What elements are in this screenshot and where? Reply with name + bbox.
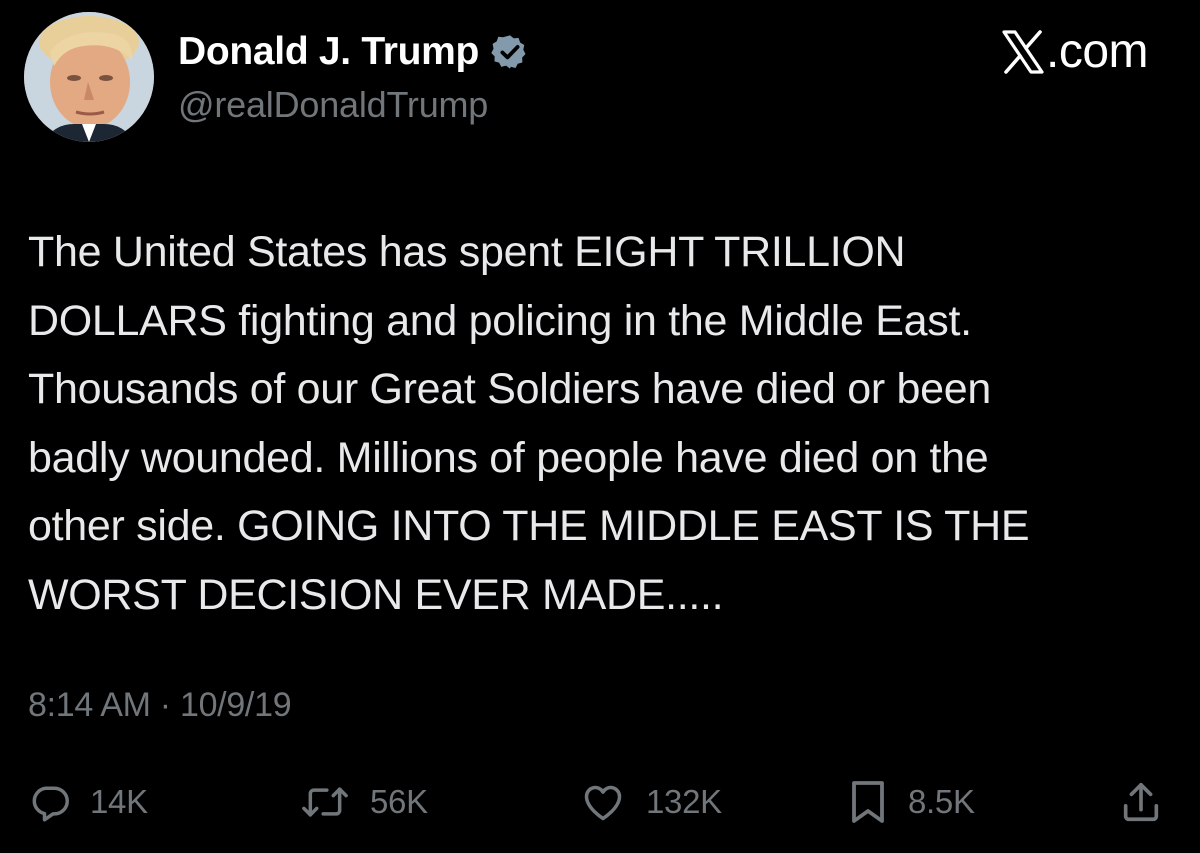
bookmark-button[interactable]: 8.5K bbox=[846, 770, 975, 834]
brand-watermark: .com bbox=[1002, 24, 1149, 79]
tweet-text-line: WORST DECISION EVER MADE..... bbox=[28, 570, 724, 619]
like-count: 132K bbox=[646, 783, 722, 820]
author-handle[interactable]: @realDonaldTrump bbox=[178, 84, 488, 126]
avatar[interactable] bbox=[24, 12, 154, 142]
tweet-text-line: badly wounded. Millions of people have d… bbox=[28, 433, 989, 482]
share-button[interactable] bbox=[1118, 770, 1164, 834]
bookmark-count: 8.5K bbox=[908, 783, 975, 820]
tweet-text-line: DOLLARS fighting and policing in the Mid… bbox=[28, 296, 972, 345]
bookmark-icon bbox=[846, 778, 890, 826]
author-name-row[interactable]: Donald J. Trump bbox=[178, 26, 529, 78]
tweet-text-line: other side. GOING INTO THE MIDDLE EAST I… bbox=[28, 502, 1030, 550]
heart-icon bbox=[578, 780, 628, 824]
author-display-name[interactable]: Donald J. Trump bbox=[178, 30, 479, 74]
reply-count: 14K bbox=[90, 783, 148, 820]
action-bar: 14K 56K 132K 8.5K bbox=[0, 770, 1200, 834]
tweet-text: The United States has spent EIGHT TRILLI… bbox=[28, 218, 1168, 629]
x-logo-icon bbox=[1002, 29, 1044, 74]
reply-button[interactable]: 14K bbox=[28, 770, 148, 834]
tweet-timestamp[interactable]: 8:14 AM · 10/9/19 bbox=[28, 686, 292, 725]
verified-badge-icon bbox=[491, 33, 529, 71]
tweet-card: Donald J. Trump @realDonaldTrump .com Th… bbox=[0, 0, 1200, 853]
brand-label: .com bbox=[1045, 25, 1149, 78]
reply-icon bbox=[28, 780, 72, 824]
tweet-text-line: The United States has spent EIGHT TRILLI… bbox=[28, 228, 906, 276]
avatar-image bbox=[24, 12, 154, 142]
repost-count: 56K bbox=[370, 783, 428, 820]
repost-icon bbox=[298, 780, 352, 824]
repost-button[interactable]: 56K bbox=[298, 770, 428, 834]
like-button[interactable]: 132K bbox=[578, 770, 722, 834]
share-icon bbox=[1118, 779, 1164, 825]
tweet-text-line: Thousands of our Great Soldiers have die… bbox=[28, 365, 991, 413]
